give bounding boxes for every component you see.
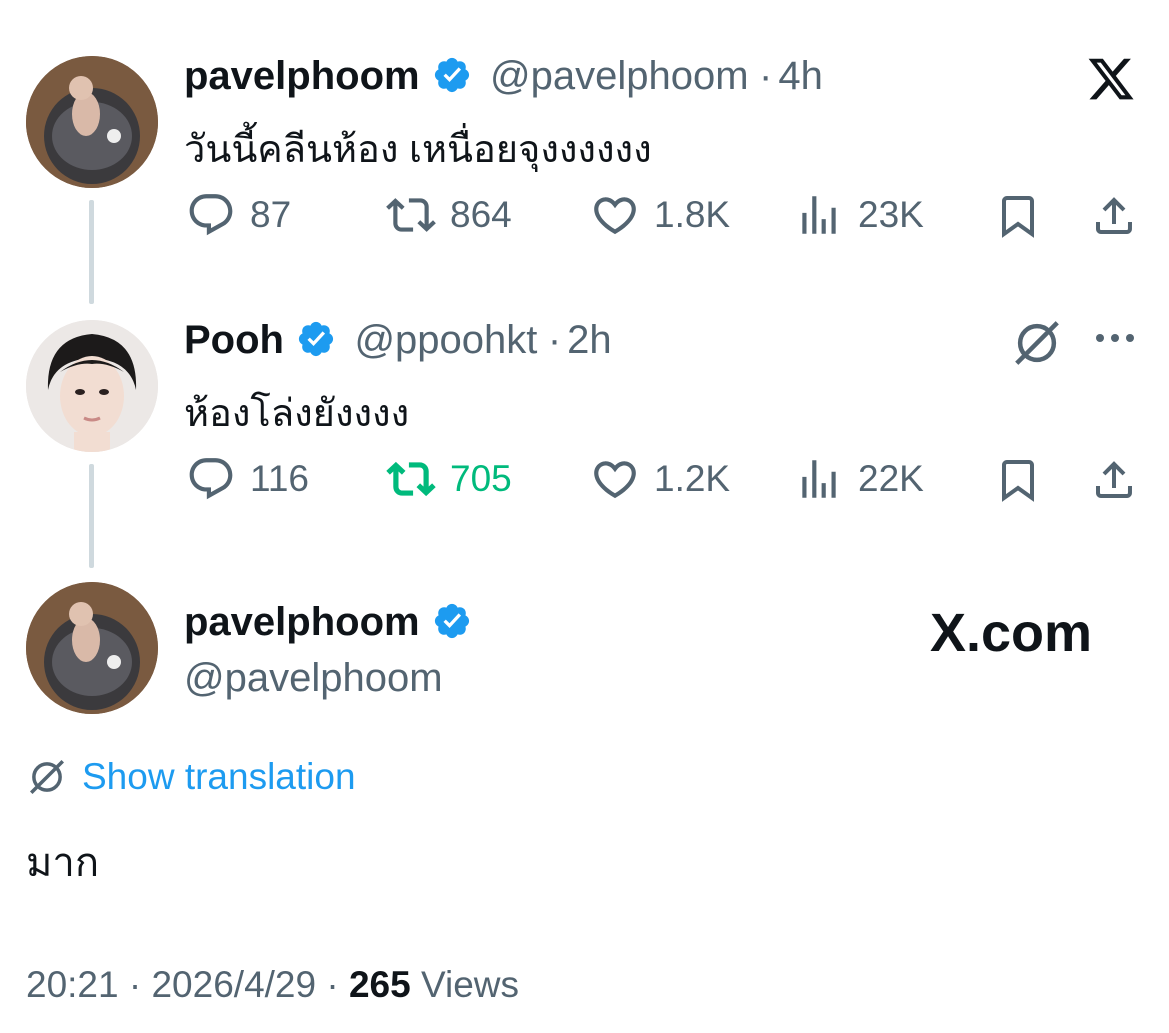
bookmark-icon — [1002, 196, 1034, 238]
bookmark-button[interactable] — [994, 456, 1042, 509]
retweet-count: 705 — [450, 458, 512, 499]
retweet-icon — [386, 198, 436, 232]
verified-badge-icon — [434, 57, 469, 93]
meta-separator: · — [118, 964, 152, 1005]
bookmark-icon — [1002, 460, 1034, 502]
show-translation-link[interactable]: Show translation — [26, 756, 356, 798]
tweet2-separator: · — [547, 318, 562, 362]
retweet-button[interactable]: 864 — [386, 190, 512, 240]
tweet2-handle[interactable]: @ppoohkt — [354, 318, 537, 362]
bookmark-button[interactable] — [994, 192, 1042, 245]
tweet-meta: 20:21 · 2026/4/29 · 265 Views — [26, 964, 519, 1006]
tweet2-author-name[interactable]: Pooh — [184, 318, 284, 362]
main-handle[interactable]: @pavelphoom — [184, 656, 443, 701]
like-button[interactable]: 1.2K — [590, 454, 730, 504]
views-count: 22K — [858, 458, 924, 499]
share-button[interactable] — [1090, 456, 1138, 509]
retweet-button-active[interactable]: 705 — [386, 454, 512, 504]
share-icon — [1096, 197, 1132, 234]
analytics-icon — [802, 196, 836, 234]
like-count: 1.2K — [654, 458, 731, 499]
reply-button[interactable]: 87 — [186, 190, 291, 240]
tweet1-separator: · — [759, 54, 773, 98]
more-options-icon[interactable] — [1092, 326, 1138, 350]
views-count: 23K — [858, 194, 924, 235]
translate-icon[interactable] — [1010, 316, 1064, 370]
main-author: pavelphoom — [184, 600, 472, 645]
like-button[interactable]: 1.8K — [590, 190, 730, 240]
like-count: 1.8K — [654, 194, 731, 235]
tweet2-text: ห้องโล่งยังงงง — [184, 393, 410, 435]
main-text: มาก — [26, 841, 100, 885]
heart-icon — [594, 461, 636, 499]
avatar-pavelphoom[interactable] — [26, 582, 158, 714]
reply-icon — [189, 194, 233, 236]
share-icon — [1096, 461, 1132, 498]
reply-button[interactable]: 116 — [186, 454, 309, 504]
retweet-icon — [386, 461, 436, 497]
tweet1-text: วันนี้คลีนห้อง เหนื่อยจุงงงงงง — [184, 129, 652, 171]
tweet1-timestamp[interactable]: 4h — [778, 54, 823, 98]
tweet1-author-name[interactable]: pavelphoom — [184, 54, 420, 98]
share-button[interactable] — [1090, 192, 1138, 245]
thread-line — [89, 464, 94, 568]
thread-line — [89, 200, 94, 304]
views-total: 265 — [348, 964, 411, 1005]
tweet1-header: pavelphoom @pavelphoom · 4h — [184, 54, 823, 99]
views-button[interactable]: 22K — [794, 454, 924, 504]
show-translation-label: Show translation — [82, 756, 356, 797]
verified-badge-icon — [298, 321, 334, 357]
views-button[interactable]: 23K — [794, 190, 924, 240]
avatar-pavelphoom[interactable] — [26, 56, 158, 188]
main-author-name[interactable]: pavelphoom — [184, 600, 420, 644]
heart-icon — [594, 197, 636, 235]
brand-watermark: X.com — [930, 603, 1093, 663]
verified-badge-icon — [434, 603, 469, 639]
reply-icon — [189, 458, 233, 500]
tweet1-handle[interactable]: @pavelphoom — [490, 54, 749, 98]
x-logo-icon[interactable] — [1086, 54, 1136, 104]
avatar-pooh[interactable] — [26, 320, 158, 452]
analytics-icon — [802, 460, 836, 498]
tweet-time[interactable]: 20:21 — [26, 964, 119, 1005]
translate-icon — [30, 760, 64, 794]
meta-separator: · — [316, 964, 349, 1005]
reply-count: 87 — [250, 194, 292, 235]
tweet-date[interactable]: 2026/4/29 — [151, 964, 316, 1005]
tweet2-timestamp[interactable]: 2h — [567, 318, 612, 362]
views-label: Views — [410, 964, 520, 1005]
retweet-count: 864 — [450, 194, 512, 235]
tweet2-header: Pooh @ppoohkt · 2h — [184, 318, 612, 363]
reply-count: 116 — [250, 458, 309, 499]
